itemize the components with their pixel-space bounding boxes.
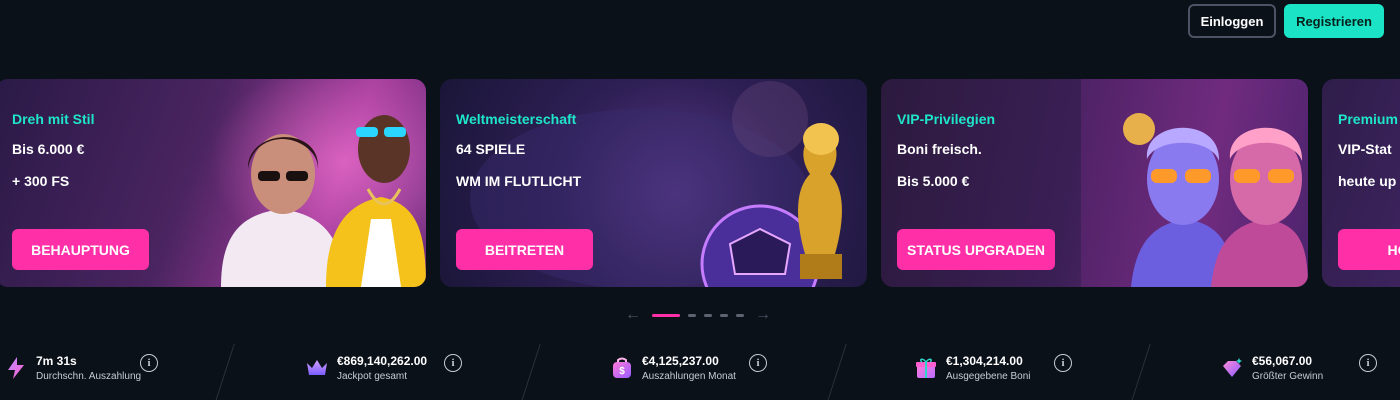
status-upgrade-button[interactable]: STATUS UPGRADEN	[897, 229, 1055, 270]
money-bag-icon: $	[613, 357, 631, 378]
divider	[826, 344, 847, 400]
carousel-pager: ← →	[622, 306, 774, 324]
stat-jackpot: €869,140,262.00 Jackpot gesamt	[305, 354, 427, 382]
info-icon[interactable]: i	[1054, 354, 1072, 372]
promo-card-premium-text: Premium VIP-Stat heute up	[1338, 111, 1398, 205]
info-icon[interactable]: i	[749, 354, 767, 372]
stat-label: Ausgegebene Boni	[946, 371, 1031, 382]
promo-card-vip-text: VIP-Privilegien Boni freisch. Bis 5.000 …	[897, 111, 995, 205]
promo-card-style-text: Dreh mit Stil Bis 6.000 € + 300 FS	[12, 111, 94, 205]
stat-label: Auszahlungen Monat	[642, 371, 736, 382]
stat-value: €4,125,237.00	[642, 354, 719, 368]
page: Einloggen Registrieren Dreh mit Stil Bis…	[0, 0, 1400, 400]
lightning-icon	[8, 357, 24, 379]
info-icon[interactable]: i	[444, 354, 462, 372]
arrow-right-icon[interactable]: →	[752, 306, 774, 324]
promo-card-style[interactable]: Dreh mit Stil Bis 6.000 € + 300 FS BEHAU…	[0, 79, 426, 287]
register-button[interactable]: Registrieren	[1284, 4, 1384, 38]
promo-card-worldcup-text: Weltmeisterschaft 64 SPIELE WM IM FLUTLI…	[456, 111, 581, 205]
stat-avg-payout: 7m 31s Durchschn. Auszahlung	[4, 354, 141, 382]
promo-line-1: 64 SPIELE	[456, 141, 526, 157]
stat-label: Durchschn. Auszahlung	[36, 371, 142, 382]
promo-kicker: Premium	[1338, 111, 1398, 127]
promo-card-vip[interactable]: VIP-Privilegien Boni freisch. Bis 5.000 …	[881, 79, 1308, 287]
stat-value: 7m 31s	[36, 354, 77, 368]
diamond-icon	[1223, 358, 1242, 377]
pager-dot[interactable]	[704, 313, 712, 317]
stat-value: €1,304,214.00	[946, 354, 1023, 368]
promo-carousel: Dreh mit Stil Bis 6.000 € + 300 FS BEHAU…	[0, 79, 1400, 287]
gift-icon	[916, 358, 936, 378]
promo-line-2: + 300 FS	[12, 173, 70, 189]
premium-cta-button[interactable]: HO	[1338, 229, 1400, 270]
pager-dot-active[interactable]	[652, 313, 680, 317]
stat-label: Jackpot gesamt	[337, 371, 408, 382]
crown-icon	[307, 360, 327, 375]
auth-buttons: Einloggen Registrieren	[1188, 4, 1384, 38]
promo-line-1: Bis 6.000 €	[12, 141, 85, 157]
info-icon[interactable]: i	[140, 354, 158, 372]
promo-line-1: VIP-Stat	[1338, 141, 1392, 157]
stat-value: €56,067.00	[1252, 354, 1313, 368]
arrow-left-icon[interactable]: ←	[622, 306, 644, 324]
divider	[1130, 344, 1151, 400]
promo-kicker: Dreh mit Stil	[12, 111, 95, 127]
info-icon[interactable]: i	[1359, 354, 1377, 372]
promo-card-premium[interactable]: Premium VIP-Stat heute up HO	[1322, 79, 1400, 287]
promo-kicker: VIP-Privilegien	[897, 111, 996, 127]
promo-line-2: heute up	[1338, 173, 1397, 189]
pager-dot[interactable]	[720, 313, 728, 317]
svg-text:$: $	[619, 366, 625, 377]
promo-line-2: WM IM FLUTLICHT	[456, 173, 582, 189]
promo-kicker: Weltmeisterschaft	[456, 111, 577, 127]
join-button[interactable]: BEITRETEN	[456, 229, 593, 270]
stat-biggest-win: €56,067.00 Größter Gewinn	[1220, 354, 1323, 382]
pager-dot[interactable]	[736, 313, 744, 317]
stat-label: Größter Gewinn	[1252, 371, 1324, 382]
promo-card-worldcup[interactable]: Weltmeisterschaft 64 SPIELE WM IM FLUTLI…	[440, 79, 867, 287]
stats-bar: 7m 31s Durchschn. Auszahlung i €869,140,…	[0, 340, 1400, 400]
divider	[520, 344, 541, 400]
divider	[214, 344, 235, 400]
promo-line-1: Boni freisch.	[897, 141, 982, 157]
stat-bonuses: €1,304,214.00 Ausgegebene Boni	[914, 354, 1031, 382]
stat-monthly-payouts: $ €4,125,237.00 Auszahlungen Monat	[610, 354, 736, 382]
login-button[interactable]: Einloggen	[1188, 4, 1276, 38]
promo-line-2: Bis 5.000 €	[897, 173, 970, 189]
pager-dot[interactable]	[688, 313, 696, 317]
stat-value: €869,140,262.00	[337, 354, 428, 368]
claim-button[interactable]: BEHAUPTUNG	[12, 229, 149, 270]
